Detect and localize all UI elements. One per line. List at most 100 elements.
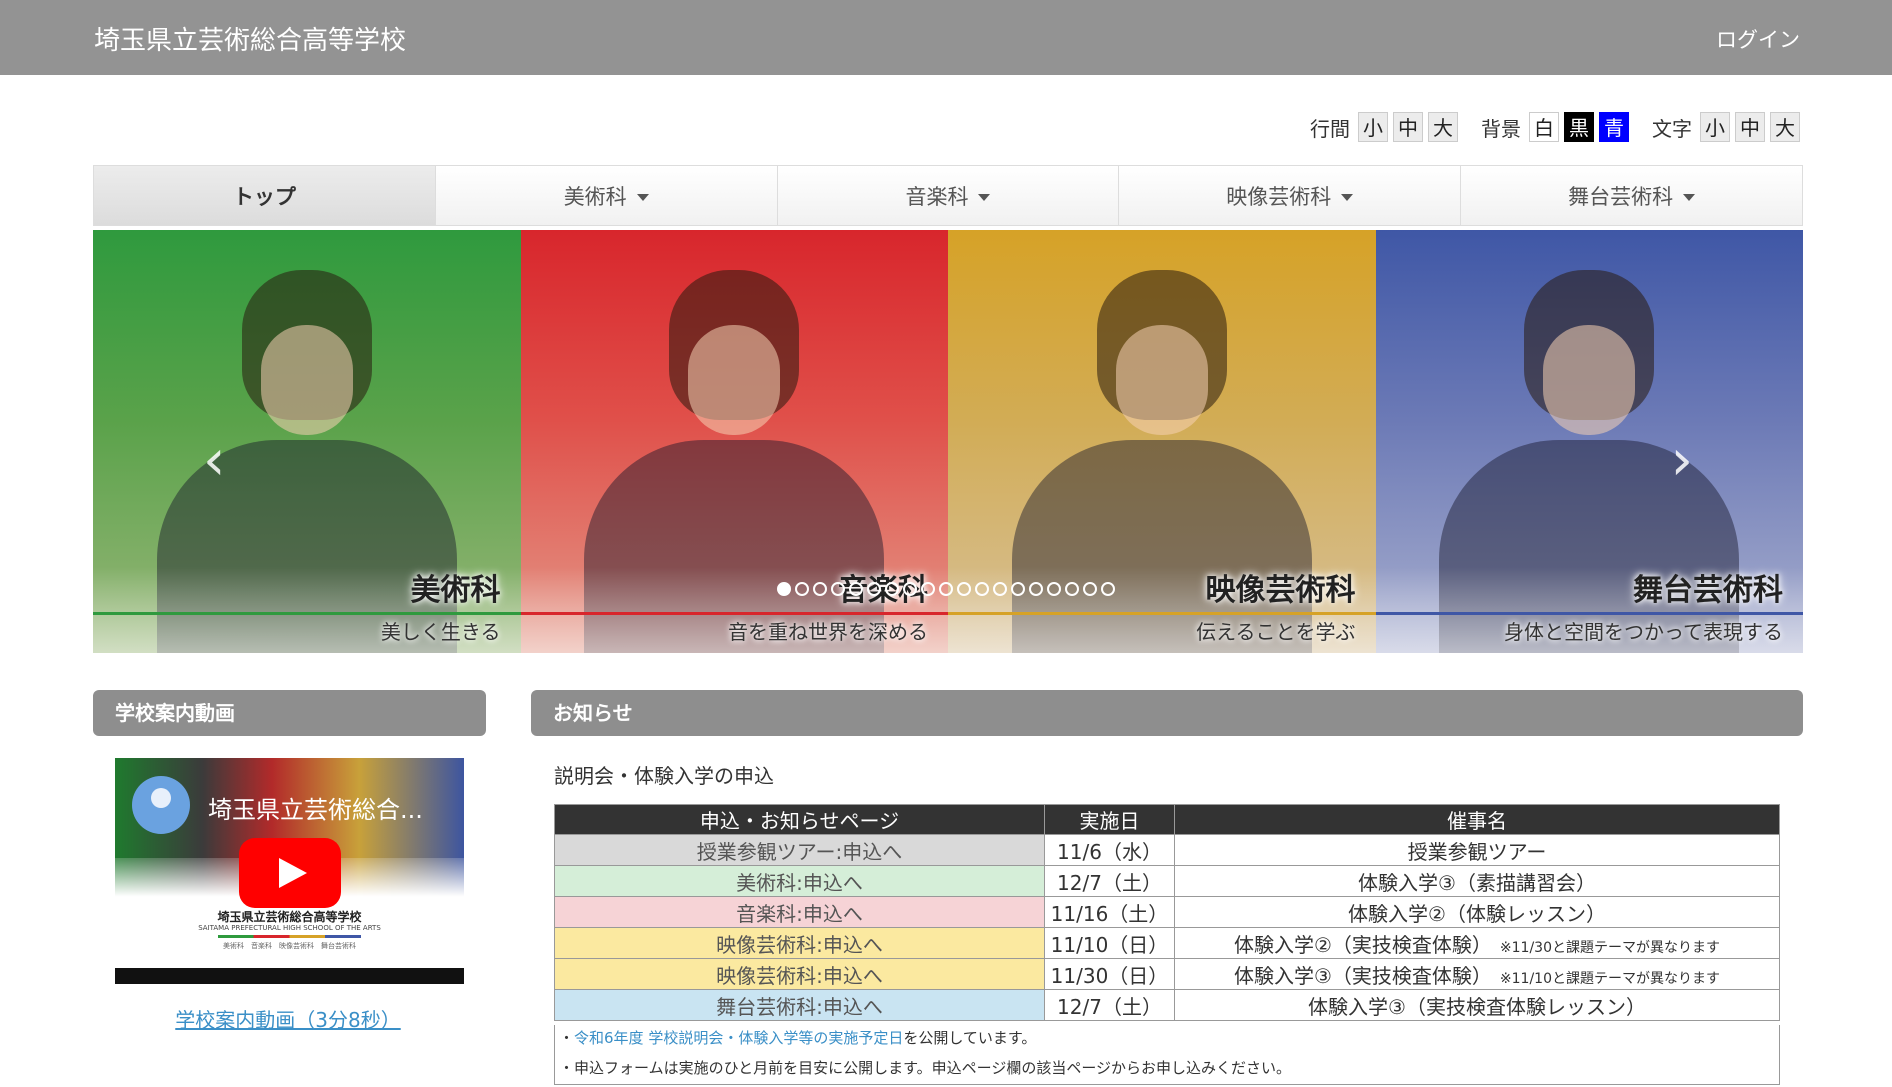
site-title[interactable]: 埼玉県立芸術総合高等学校 <box>94 20 406 57</box>
schedule-link[interactable]: 令和6年度 学校説明会・体験入学等の実施予定日 <box>574 1029 903 1047</box>
carousel-indicator-dot[interactable] <box>939 582 953 596</box>
apply-page-link[interactable]: 映像芸術科:申込へ <box>554 958 1045 990</box>
text-size-medium-button[interactable]: 中 <box>1735 112 1765 142</box>
text-size-large-button[interactable]: 大 <box>1770 112 1800 142</box>
carousel-indicators <box>777 582 1119 596</box>
note-line: ・令和6年度 学校説明会・体験入学等の実施予定日を公開しています。 <box>559 1029 1037 1047</box>
caret-down-icon <box>1683 193 1696 201</box>
event-date: 12/7（土） <box>1044 989 1175 1021</box>
caption-underline <box>948 612 1376 615</box>
carousel-indicator-dot[interactable] <box>1047 582 1061 596</box>
table-row: 美術科:申込へ 12/7（土） 体験入学③（素描講習会） <box>554 865 1780 897</box>
event-date: 11/10（日） <box>1044 927 1175 959</box>
login-link[interactable]: ログイン <box>1716 24 1800 54</box>
table-row: 授業参観ツアー:申込へ 11/6（水） 授業参観ツアー <box>554 834 1780 866</box>
nav-item-music[interactable]: 音楽科 <box>778 166 1120 225</box>
carousel-indicator-dot[interactable] <box>957 582 971 596</box>
event-date: 11/6（水） <box>1044 834 1175 866</box>
apply-page-link[interactable]: 映像芸術科:申込へ <box>554 927 1045 959</box>
background-blue-button[interactable]: 青 <box>1599 112 1629 142</box>
caret-down-icon <box>978 193 991 201</box>
nav-item-film[interactable]: 映像芸術科 <box>1119 166 1462 225</box>
video-thumb-school-name: 埼玉県立芸術総合高等学校 <box>217 910 362 924</box>
video-link[interactable]: 学校案内動画（3分8秒） <box>93 1004 483 1033</box>
carousel-indicator-dot[interactable] <box>921 582 935 596</box>
nav-item-label: 美術科 <box>563 184 627 209</box>
apply-page-link[interactable]: 音楽科:申込へ <box>554 896 1045 928</box>
table-header-cell: 実施日 <box>1044 804 1175 835</box>
line-spacing-medium-button[interactable]: 中 <box>1393 112 1423 142</box>
nav-item-label: 音楽科 <box>905 184 969 209</box>
text-size-small-button[interactable]: 小 <box>1700 112 1730 142</box>
carousel-indicator-dot[interactable] <box>849 582 863 596</box>
nav-item-top[interactable]: トップ <box>94 166 436 225</box>
event-name-cell: 体験入学③（実技検査体験レッスン） <box>1174 989 1780 1021</box>
carousel-indicator-dot[interactable] <box>1065 582 1079 596</box>
carousel-indicator-dot[interactable] <box>795 582 809 596</box>
event-name: 体験入学③（実技検査体験レッスン） <box>1308 994 1646 1019</box>
nav-item-label: トップ <box>232 184 296 209</box>
video-embed[interactable]: 埼玉県立芸術総合... 埼玉県立芸術総合高等学校 SAITAMA PREFECT… <box>115 758 464 984</box>
student-face <box>1115 325 1208 435</box>
caret-down-icon <box>636 193 649 201</box>
nav-item-stage[interactable]: 舞台芸術科 <box>1461 166 1802 225</box>
news-subheading: 説明会・体験入学の申込 <box>554 764 774 788</box>
table-header-cell: 催事名 <box>1174 804 1780 835</box>
carousel-caption-title: 舞台芸術科 <box>1633 573 1783 608</box>
carousel-caption-subtitle: 音を重ね世界を深める <box>728 620 928 644</box>
table-row: 映像芸術科:申込へ 11/10（日） 体験入学②（実技検査体験） ※11/30と課題テ… <box>554 927 1780 959</box>
event-date: 11/30（日） <box>1044 958 1175 990</box>
carousel-caption-title: 美術科 <box>410 573 501 608</box>
apply-page-link[interactable]: 舞台芸術科:申込へ <box>554 989 1045 1021</box>
student-face <box>1543 325 1636 435</box>
event-name-cell: 体験入学②（実技検査体験） ※11/30と課題テーマが異なります <box>1174 927 1780 959</box>
carousel-indicator-dot[interactable] <box>813 582 827 596</box>
carousel-caption-subtitle: 身体と空間をつかって表現する <box>1504 620 1783 644</box>
chevron-right-icon[interactable]: › <box>1671 428 1693 493</box>
table-header-row: 申込・お知らせページ 実施日 催事名 <box>554 804 1780 835</box>
carousel-indicator-dot[interactable] <box>831 582 845 596</box>
carousel-indicator-dot[interactable] <box>993 582 1007 596</box>
event-name-cell: 授業参観ツアー <box>1174 834 1780 866</box>
carousel-caption-subtitle: 伝えることを学ぶ <box>1196 620 1356 644</box>
nav-item-art[interactable]: 美術科 <box>436 166 778 225</box>
apply-page-link[interactable]: 授業参観ツアー:申込へ <box>554 834 1045 866</box>
carousel-indicator-dot[interactable] <box>777 582 791 596</box>
news-section-heading: お知らせ <box>531 690 1803 736</box>
play-button-icon[interactable] <box>239 838 341 908</box>
carousel-indicator-dot[interactable] <box>885 582 899 596</box>
carousel-indicator-dot[interactable] <box>867 582 881 596</box>
accessibility-controls: 行間 小 中 大 背景 白 黒 青 文字 小 中 大 <box>1310 112 1800 142</box>
table-header-cell: 申込・お知らせページ <box>554 804 1045 835</box>
carousel-indicator-dot[interactable] <box>1029 582 1043 596</box>
event-date: 12/7（土） <box>1044 865 1175 897</box>
carousel-indicator-dot[interactable] <box>903 582 917 596</box>
video-thumb-color-rule <box>218 935 361 938</box>
background-black-button[interactable]: 黒 <box>1564 112 1594 142</box>
top-header-bar: 埼玉県立芸術総合高等学校 ログイン <box>0 0 1892 75</box>
carousel-indicator-dot[interactable] <box>1083 582 1097 596</box>
carousel-caption-title: 映像芸術科 <box>1205 573 1356 608</box>
line-spacing-large-button[interactable]: 大 <box>1428 112 1458 142</box>
nav-item-label: 映像芸術科 <box>1226 184 1332 209</box>
event-date: 11/16（土） <box>1044 896 1175 928</box>
chevron-left-icon[interactable]: ‹ <box>203 428 225 493</box>
carousel-caption-subtitle: 美しく生きる <box>380 620 501 644</box>
carousel-panel-stage[interactable]: 舞台芸術科 身体と空間をつかって表現する <box>1375 230 1803 653</box>
caption-underline <box>520 612 948 615</box>
carousel-indicator-dot[interactable] <box>975 582 989 596</box>
apply-page-link[interactable]: 美術科:申込へ <box>554 865 1045 897</box>
carousel-indicator-dot[interactable] <box>1101 582 1115 596</box>
line-spacing-small-button[interactable]: 小 <box>1358 112 1388 142</box>
carousel-panel-art[interactable]: 美術科 美しく生きる <box>93 230 521 653</box>
background-white-button[interactable]: 白 <box>1529 112 1559 142</box>
event-name: 授業参観ツアー <box>1407 839 1547 864</box>
caption-underline <box>1375 612 1803 615</box>
carousel-indicator-dot[interactable] <box>1011 582 1025 596</box>
channel-avatar-icon[interactable] <box>132 776 190 834</box>
event-name-cell: 体験入学③（素描講習会） <box>1174 865 1780 897</box>
video-title[interactable]: 埼玉県立芸術総合... <box>208 790 423 825</box>
event-name: 体験入学②（体験レッスン） <box>1348 901 1606 926</box>
hero-carousel: 美術科 美しく生きる 音楽科 音を重ね世界を深める 映像芸術科 伝えることを学ぶ… <box>93 230 1803 653</box>
nav-item-label: 舞台芸術科 <box>1568 184 1674 209</box>
